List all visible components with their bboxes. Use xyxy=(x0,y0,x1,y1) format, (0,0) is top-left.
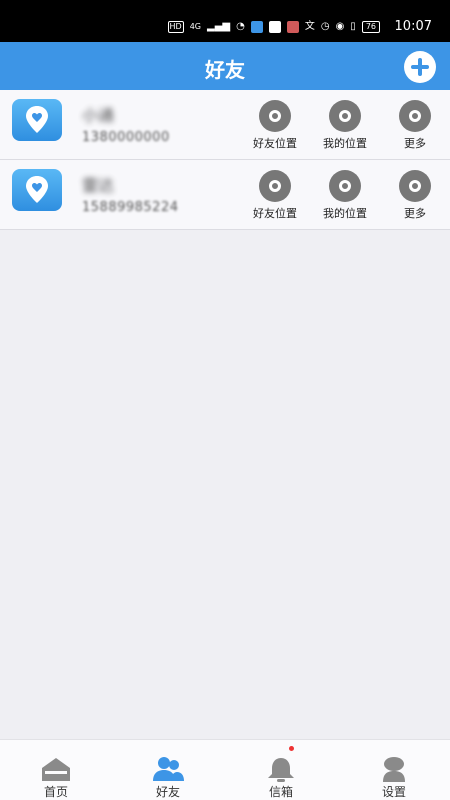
more-target-icon xyxy=(399,100,431,132)
friend-row[interactable]: 小通 1380000000 好友位置 我的位置 更多 xyxy=(0,90,450,160)
location-pin-icon xyxy=(259,100,291,132)
friend-phone: 15889985224 xyxy=(82,200,179,215)
location-icon: ◉ xyxy=(335,21,345,32)
bell-icon xyxy=(268,758,294,782)
network-indicator: 4G xyxy=(189,22,202,31)
wifi-icon: ◔ xyxy=(236,21,245,32)
nav-label-friends: 好友 xyxy=(155,785,180,799)
more-label: 更多 xyxy=(404,137,426,150)
more-button[interactable]: 更多 xyxy=(380,170,450,221)
friend-row[interactable]: 雷达 15889985224 好友位置 我的位置 更多 xyxy=(0,160,450,230)
location-pin-icon xyxy=(259,170,291,202)
nav-item-inbox[interactable]: 信箱 xyxy=(225,740,337,800)
nav-item-home[interactable]: 首页 xyxy=(0,740,112,800)
my-location-label: 我的位置 xyxy=(323,207,367,220)
friend-location-label: 好友位置 xyxy=(253,137,297,150)
heart-pin-icon xyxy=(26,106,48,133)
home-icon xyxy=(42,758,70,781)
friend-name: 雷达 xyxy=(82,176,115,195)
my-location-button[interactable]: 我的位置 xyxy=(310,170,380,221)
locate-target-icon xyxy=(329,170,361,202)
more-label: 更多 xyxy=(404,207,426,220)
friend-list: 小通 1380000000 好友位置 我的位置 更多 雷达 1588998522… xyxy=(0,90,450,230)
status-clock: 10:07 xyxy=(394,19,432,34)
more-button[interactable]: 更多 xyxy=(380,100,450,151)
friend-phone: 1380000000 xyxy=(82,130,170,145)
hd-indicator: HD xyxy=(167,21,184,33)
my-location-button[interactable]: 我的位置 xyxy=(310,100,380,151)
friend-name: 小通 xyxy=(82,106,115,125)
bottom-nav: 首页 好友 信箱 设置 xyxy=(0,739,450,800)
friend-location-label: 好友位置 xyxy=(253,207,297,220)
inbox-badge-dot xyxy=(289,746,294,751)
nav-item-settings[interactable]: 设置 xyxy=(338,740,450,800)
page-title: 好友 xyxy=(205,58,245,82)
nav-label-home: 首页 xyxy=(43,785,68,799)
shield-app-icon xyxy=(250,21,263,33)
friends-icon xyxy=(153,757,184,781)
app-header: 好友 xyxy=(0,42,450,90)
nav-label-inbox: 信箱 xyxy=(268,785,293,799)
status-icons: HD 4G ▂▄▆ ◔ 文 ◷ ◉ ▯ 76 xyxy=(167,20,380,34)
alarm-icon: ◷ xyxy=(320,21,330,32)
add-friend-button[interactable] xyxy=(404,51,436,83)
user-settings-icon xyxy=(383,757,405,782)
friend-location-button[interactable]: 好友位置 xyxy=(240,100,310,151)
friend-avatar-icon xyxy=(12,169,62,211)
nav-item-friends[interactable]: 好友 xyxy=(112,740,224,800)
my-location-label: 我的位置 xyxy=(323,137,367,150)
locate-target-icon xyxy=(329,100,361,132)
more-target-icon xyxy=(399,170,431,202)
translate-icon: 文 xyxy=(304,21,315,32)
friend-avatar-icon xyxy=(12,99,62,141)
signal-icon: ▂▄▆ xyxy=(207,21,231,32)
friend-location-button[interactable]: 好友位置 xyxy=(240,170,310,221)
info-app-icon xyxy=(268,21,281,33)
bag-app-icon xyxy=(286,21,299,33)
nav-label-settings: 设置 xyxy=(381,785,406,799)
heart-pin-icon xyxy=(26,176,48,203)
vibrate-icon: ▯ xyxy=(350,21,356,32)
status-bar: HD 4G ▂▄▆ ◔ 文 ◷ ◉ ▯ 76 10:07 xyxy=(0,0,450,42)
battery-indicator: 76 xyxy=(361,21,380,33)
